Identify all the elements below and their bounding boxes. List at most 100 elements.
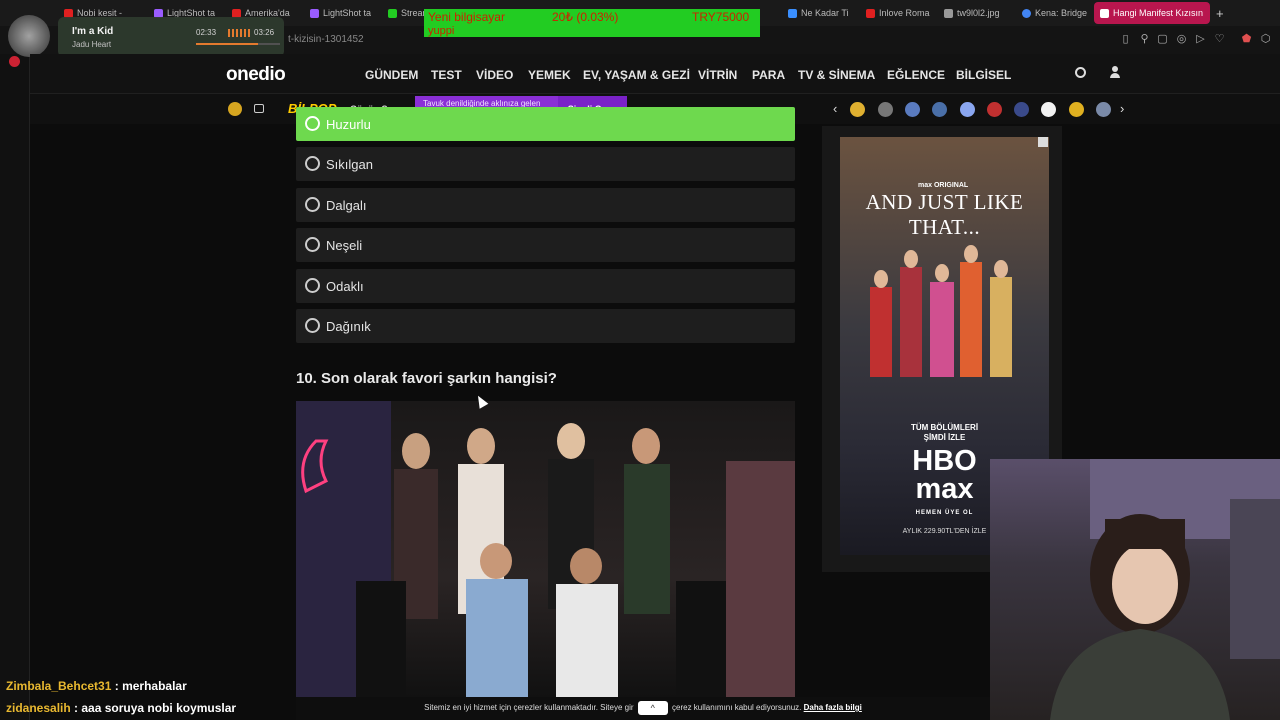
donation-target: TRY75000 (692, 10, 750, 24)
category-icon-10[interactable] (1096, 102, 1111, 117)
google-icon (1022, 8, 1031, 18)
chat-text: merhabalar (122, 679, 187, 693)
ad-cta-line1: TÜM BÖLÜMLERİ (910, 423, 979, 432)
nav-tv-sinema[interactable]: TV & SİNEMA (798, 68, 875, 82)
tab-7[interactable]: tw9l0l2.jpg (938, 2, 1016, 24)
cookie-text-a: Sitemiz en iyi hizmet için çerezler kull… (424, 703, 634, 712)
answer-label: Neşeli (326, 238, 363, 253)
music-wave-icon (228, 29, 250, 37)
browser-sidebar (0, 0, 30, 720)
radio-icon (305, 278, 320, 293)
answer-label: Sıkılgan (326, 157, 373, 172)
site-icon (788, 8, 797, 18)
site-header: onedio GÜNDEM TEST VİDEO YEMEK EV, YAŞAM… (30, 54, 1280, 94)
image-icon (944, 8, 953, 18)
nav-video[interactable]: VİDEO (476, 68, 513, 82)
shield-icon[interactable]: ⬟ (1240, 33, 1253, 46)
category-icon-3[interactable] (905, 102, 920, 117)
song-artist: Jadu Heart (72, 40, 112, 49)
nav-vitrin[interactable]: VİTRİN (698, 68, 737, 82)
total-time: 03:26 (254, 28, 275, 37)
nav-gundem[interactable]: GÜNDEM (365, 68, 418, 82)
category-icon-6[interactable] (987, 102, 1002, 117)
nav-bilgisel[interactable]: BİLGİSEL (956, 68, 1011, 82)
radio-icon (305, 197, 320, 212)
chevron-left-icon[interactable]: ‹ (833, 101, 837, 116)
category-icon-9[interactable] (1069, 102, 1084, 117)
sidebar-toggle-icon[interactable]: ▯ (1119, 33, 1132, 46)
nav-test[interactable]: TEST (431, 68, 462, 82)
tab-6[interactable]: Inlove Roma (860, 2, 938, 24)
donation-message: yuppi (428, 25, 455, 37)
category-icon-2[interactable] (878, 102, 893, 117)
new-tab-button[interactable]: + (1210, 2, 1230, 24)
cookie-more-info-link[interactable]: Daha fazla bilgi (804, 703, 862, 712)
cookie-close-icon[interactable]: ^ (637, 700, 668, 715)
webcam-overlay (990, 459, 1280, 720)
chat-message: Zimbala_Behcet31 : merhabalar (6, 679, 187, 693)
chat-message: zidanesalih : aaa soruya nobi koymuslar (6, 701, 236, 715)
answer-option-daginik[interactable]: Dağınık (296, 309, 795, 343)
pin-icon[interactable]: ⚲ (1138, 33, 1151, 46)
album-cover (8, 15, 50, 57)
youtube-icon (866, 8, 875, 18)
radio-icon (305, 318, 320, 333)
nav-ev-yasam[interactable]: EV, YAŞAM & GEZİ (583, 68, 690, 82)
extensions-icon[interactable]: ⬡ (1259, 33, 1272, 46)
donation-goal-title: Yeni bilgisayar (428, 10, 505, 24)
music-widget: I'm a Kid Jadu Heart 02:33 03:26 (8, 15, 284, 57)
user-icon[interactable] (1110, 66, 1120, 78)
answer-option-odakli[interactable]: Odaklı (296, 269, 795, 303)
subbar-overlay (30, 94, 296, 124)
tab-label: tw9l0l2.jpg (957, 8, 1000, 18)
screenshot-icon[interactable]: ▢ (1156, 33, 1169, 46)
answer-label: Huzurlu (326, 117, 371, 132)
tab-5[interactable]: Ne Kadar Ti (782, 2, 860, 24)
nav-yemek[interactable]: YEMEK (528, 68, 571, 82)
tab-3[interactable]: LightShot ta (304, 2, 382, 24)
progress-track (196, 43, 280, 45)
progress-fill (196, 43, 259, 45)
category-icon-1[interactable] (850, 102, 865, 117)
radio-icon (305, 237, 320, 252)
tab-9-active[interactable]: Hangi Manifest Kızısın (1094, 2, 1210, 24)
group-photo (296, 401, 795, 697)
ad-max-original: max ORIGINAL (918, 182, 969, 189)
nav-eglence[interactable]: EĞLENCE (887, 68, 945, 82)
tab-label: Kena: Bridge (1035, 8, 1088, 18)
chat-username: zidanesalih (6, 701, 71, 715)
onedio-logo[interactable]: onedio (226, 64, 286, 86)
ad-cta-line2: ŞİMDİ İZLE (923, 433, 966, 442)
url-field[interactable]: t-kizisin-1301452 (288, 34, 364, 45)
ad-cta: TÜM BÖLÜMLERİ ŞİMDİ İZLE (840, 423, 1049, 443)
pin-icon[interactable] (9, 56, 20, 67)
answer-label: Dalgalı (326, 198, 367, 213)
ad-illustration (870, 245, 1012, 377)
heart-icon[interactable]: ♡ (1213, 33, 1226, 46)
cookie-text-b: çerez kullanımını kabul ediyorsunuz. (672, 703, 802, 712)
download-icon[interactable]: ▷ (1194, 33, 1207, 46)
song-title: I'm a Kid (72, 26, 114, 37)
answer-label: Dağınık (326, 319, 371, 334)
answer-option-huzurlu[interactable]: Huzurlu (296, 107, 795, 141)
onedio-icon (1100, 8, 1109, 18)
snapshot-icon[interactable]: ◎ (1175, 33, 1188, 46)
chat-username: Zimbala_Behcet31 (6, 679, 112, 693)
category-icon-8[interactable] (1041, 102, 1056, 117)
answer-option-sikilgan[interactable]: Sıkılgan (296, 147, 795, 181)
category-icon-5[interactable] (960, 102, 975, 117)
category-icon-7[interactable] (1014, 102, 1029, 117)
answer-option-dalgali[interactable]: Dalgalı (296, 188, 795, 222)
category-icon-4[interactable] (932, 102, 947, 117)
nav-para[interactable]: PARA (752, 68, 785, 82)
ad-choices-icon[interactable] (1038, 137, 1048, 147)
question-10-title: 10. Son olarak favori şarkın hangisi? (296, 370, 557, 387)
answer-option-neseli[interactable]: Neşeli (296, 228, 795, 262)
chat-text: aaa soruya nobi koymuslar (81, 701, 237, 715)
tab-label: LightShot ta (323, 8, 372, 18)
answer-label: Odaklı (326, 279, 364, 294)
search-icon[interactable] (1075, 67, 1086, 78)
question-10-image[interactable] (296, 401, 795, 697)
chevron-right-icon[interactable]: › (1120, 101, 1124, 116)
tab-8[interactable]: Kena: Bridge (1016, 2, 1094, 24)
